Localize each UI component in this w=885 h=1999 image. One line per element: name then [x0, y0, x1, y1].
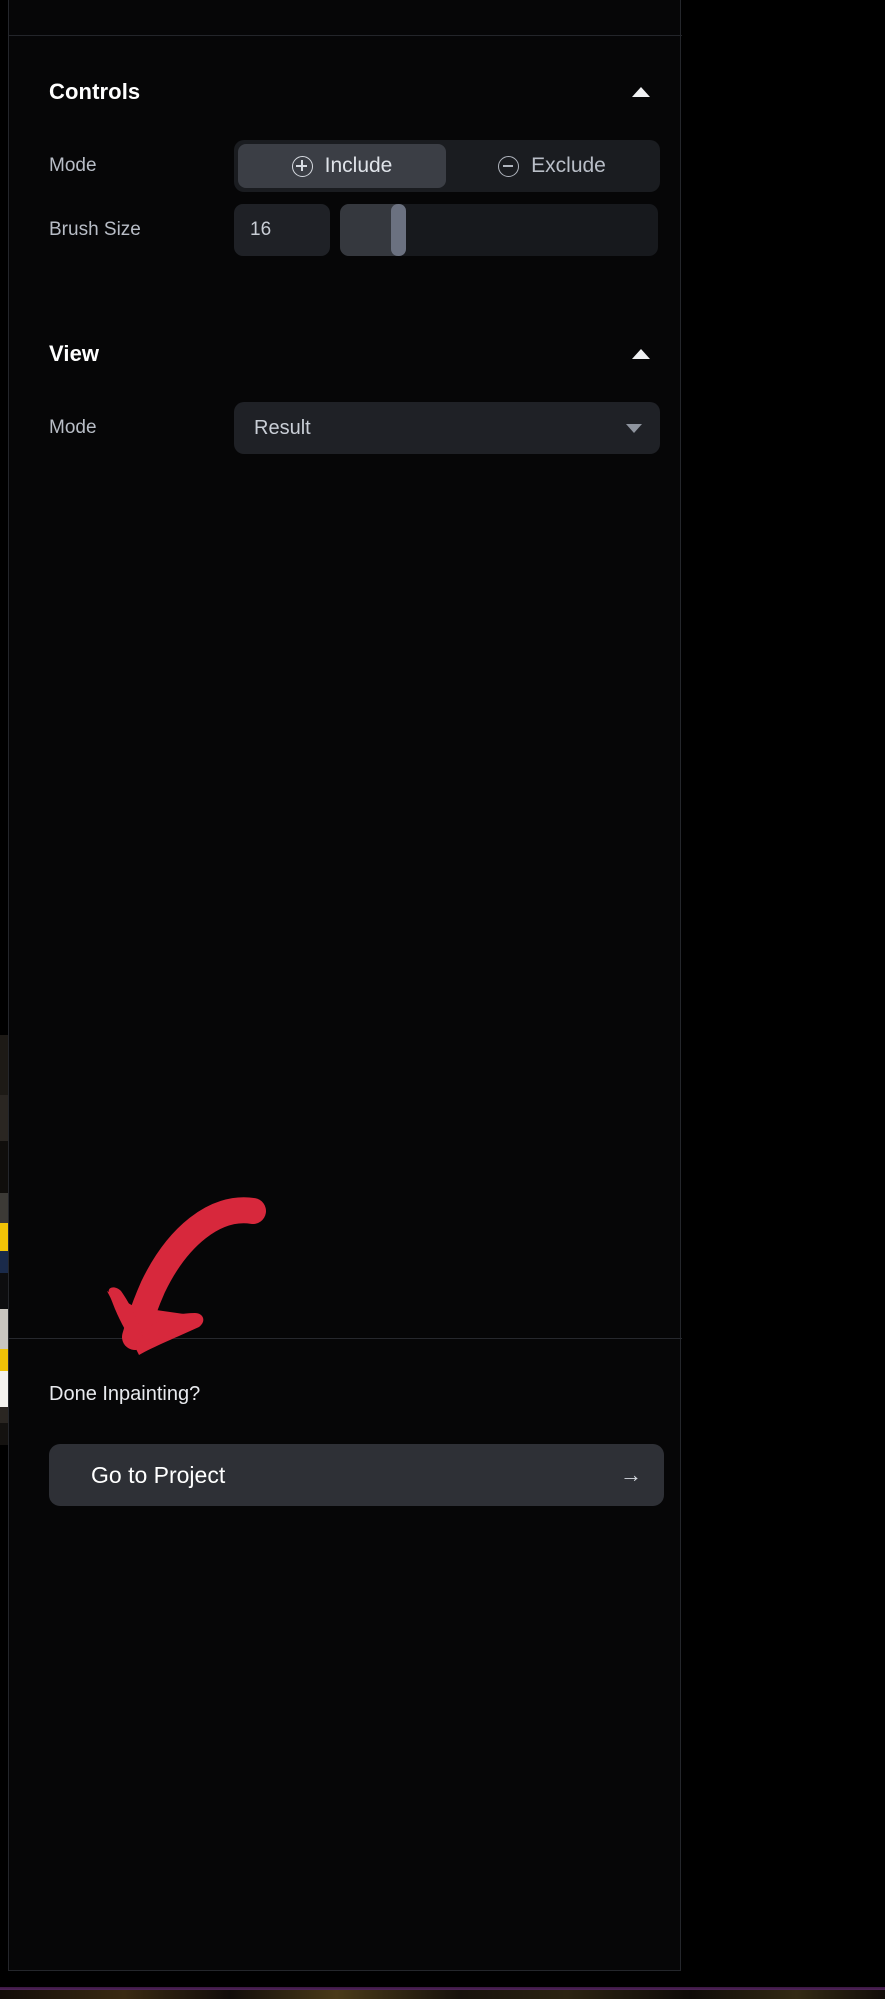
brush-size-input[interactable]: 16: [234, 204, 330, 256]
section-title-view: View: [49, 341, 100, 366]
field-view-mode: Result: [234, 402, 664, 454]
segment-include[interactable]: Include: [238, 144, 446, 188]
row-view-mode: Mode Result: [9, 402, 682, 454]
section-title-controls: Controls: [49, 79, 141, 104]
minus-circle-icon: [498, 155, 520, 177]
label-brush-size: Brush Size: [49, 219, 141, 240]
field-brush-size: 16: [234, 204, 664, 256]
caret-down-icon[interactable]: [626, 423, 642, 433]
label-view-mode: Mode: [49, 417, 97, 438]
brush-size-slider[interactable]: [340, 204, 658, 256]
segmented-control-brush-mode[interactable]: Include Exclude: [234, 140, 660, 192]
inpainting-side-panel: Controls Mode Include Exclude Brush Size…: [8, 0, 682, 1971]
chevron-up-icon[interactable]: [632, 87, 650, 97]
panel-footer: Done Inpainting? Go to Project →: [9, 1339, 682, 1506]
slider-thumb[interactable]: [391, 204, 406, 256]
section-header-view[interactable]: View: [9, 334, 682, 374]
go-to-project-label: Go to Project: [91, 1461, 226, 1488]
plus-circle-icon: [291, 155, 313, 177]
segment-exclude[interactable]: Exclude: [448, 144, 656, 188]
view-mode-select[interactable]: Result: [234, 402, 660, 454]
bottom-photo-strip: [0, 1990, 885, 1999]
segment-exclude-label: Exclude: [531, 154, 606, 177]
chevron-up-icon-view[interactable]: [632, 349, 650, 359]
done-inpainting-prompt: Done Inpainting?: [49, 1383, 201, 1405]
label-brush-mode: Mode: [49, 155, 97, 176]
row-brush-mode: Mode Include Exclude: [9, 140, 682, 192]
screen: Controls Mode Include Exclude Brush Size…: [0, 0, 885, 1999]
arrow-right-icon: →: [620, 1462, 642, 1487]
segment-include-label: Include: [324, 154, 393, 177]
row-brush-size: Brush Size 16: [9, 204, 682, 256]
panel-content: Controls Mode Include Exclude Brush Size…: [9, 36, 682, 454]
go-to-project-button[interactable]: Go to Project →: [49, 1444, 664, 1506]
field-brush-mode: Include Exclude: [234, 140, 664, 192]
section-header-controls[interactable]: Controls: [9, 72, 682, 112]
view-mode-selected-value: Result: [254, 416, 311, 439]
slider-fill: [340, 204, 397, 256]
